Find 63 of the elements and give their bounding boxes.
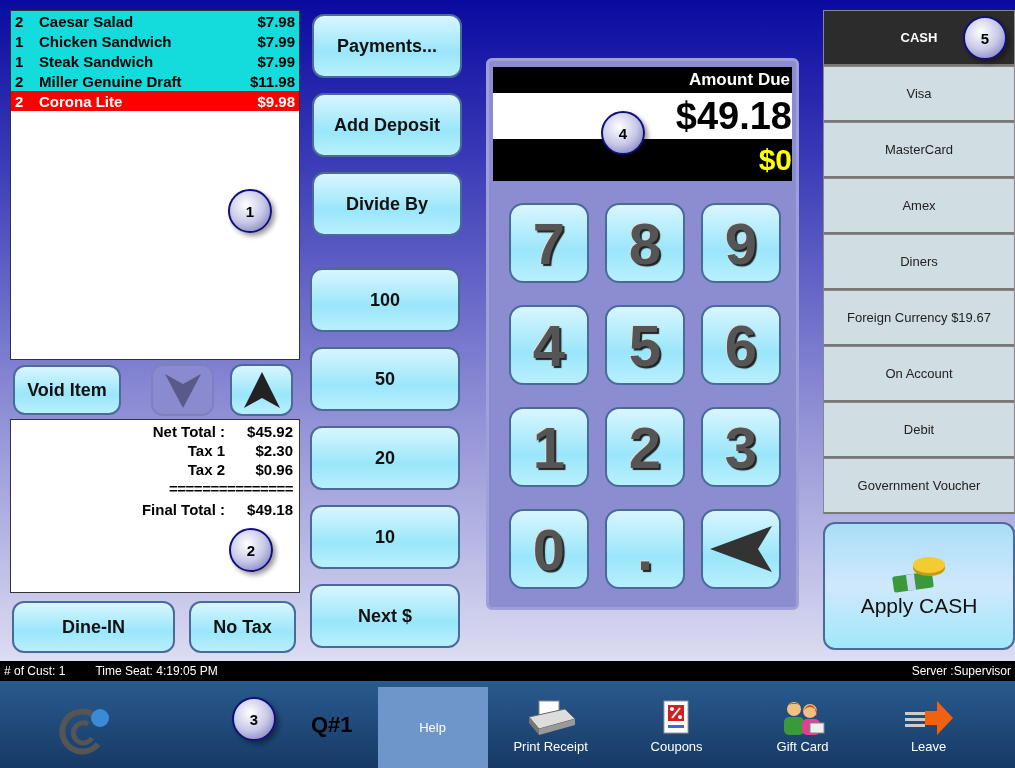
server-name: Server :Supervisor [911,664,1011,678]
time-seated: Time Seat: 4:19:05 PM [95,664,218,678]
action-button[interactable]: Add Deposit [312,93,462,157]
total-label: Tax 1 [187,442,225,459]
coupon-icon [661,699,692,737]
apply-cash-button[interactable]: Apply CASH [823,522,1015,650]
keypad-key[interactable]: 3 [701,407,781,487]
total-value: $0.96 [254,461,293,478]
tender-type-button[interactable]: On Account [823,346,1015,402]
action-button[interactable]: 100 [310,268,460,332]
total-label: Net Total : [152,423,225,440]
callout-badge: 3 [232,697,276,741]
customer-count: # of Cust: 1 [4,664,66,678]
toolbar-button[interactable]: Gift Card [739,687,866,768]
toolbar-button[interactable]: Leave [865,687,992,768]
action-button[interactable]: Next $ [310,584,460,648]
keypad-key[interactable]: . [605,509,685,589]
toolbar-button[interactable]: Print Receipt [487,687,614,768]
amount-due-label: Amount Due [688,69,791,91]
keypad-key[interactable]: 8 [605,203,685,283]
keypad-key[interactable]: 1 [509,407,589,487]
scroll-up-button[interactable] [230,364,293,416]
order-row[interactable]: 2 Corona Lite $9.98 [11,91,299,111]
total-label: Tax 2 [187,461,225,478]
action-button[interactable]: 50 [310,347,460,411]
keypad-key[interactable]: 2 [605,407,685,487]
tender-type-button[interactable]: Government Voucher [823,458,1015,514]
dine-in-button[interactable]: Dine-IN [12,601,175,653]
tender-type-button[interactable]: Foreign Currency $19.67 [823,290,1015,346]
tender-type-button[interactable]: Amex [823,178,1015,234]
tender-type-button[interactable]: MasterCard [823,122,1015,178]
tender-type-button[interactable]: Debit [823,402,1015,458]
callout-badge: 2 [229,528,273,572]
keypad-key[interactable]: 5 [605,305,685,385]
order-row[interactable]: 1 Chicken Sandwich $7.99 [11,31,299,51]
total-value: $49.18 [246,501,293,518]
toolbar-button[interactable]: Coupons [613,687,740,768]
tendered-value: $0 [758,142,792,178]
total-value: $2.30 [254,442,293,459]
order-row[interactable]: 1 Steak Sandwich $7.99 [11,51,299,71]
void-item-button[interactable]: Void Item [13,365,121,415]
backspace-key[interactable] [701,509,781,589]
callout-badge: 1 [228,189,272,233]
total-label: Final Total : [141,501,225,518]
total-rule: =============== [169,480,293,497]
tender-type-button[interactable]: Diners [823,234,1015,290]
keypad-key[interactable]: 0 [509,509,589,589]
keypad-key[interactable]: 4 [509,305,589,385]
order-row[interactable]: 2 Caesar Salad $7.98 [11,11,299,31]
action-button[interactable]: 10 [310,505,460,569]
no-tax-button[interactable]: No Tax [189,601,296,653]
keypad-key[interactable]: 9 [701,203,781,283]
order-row[interactable]: 2 Miller Genuine Draft $11.98 [11,71,299,91]
keypad-key[interactable]: 7 [509,203,589,283]
keypad-key[interactable]: 6 [701,305,781,385]
arrow-left-icon [708,524,774,574]
queue-number: Q#1 [311,712,353,738]
action-button[interactable]: 20 [310,426,460,490]
action-button[interactable]: Payments... [312,14,462,78]
exit-arrow-icon [902,699,955,737]
action-button[interactable]: Divide By [312,172,462,236]
tender-type-button[interactable]: Visa [823,66,1015,122]
total-value: $45.92 [246,423,293,440]
